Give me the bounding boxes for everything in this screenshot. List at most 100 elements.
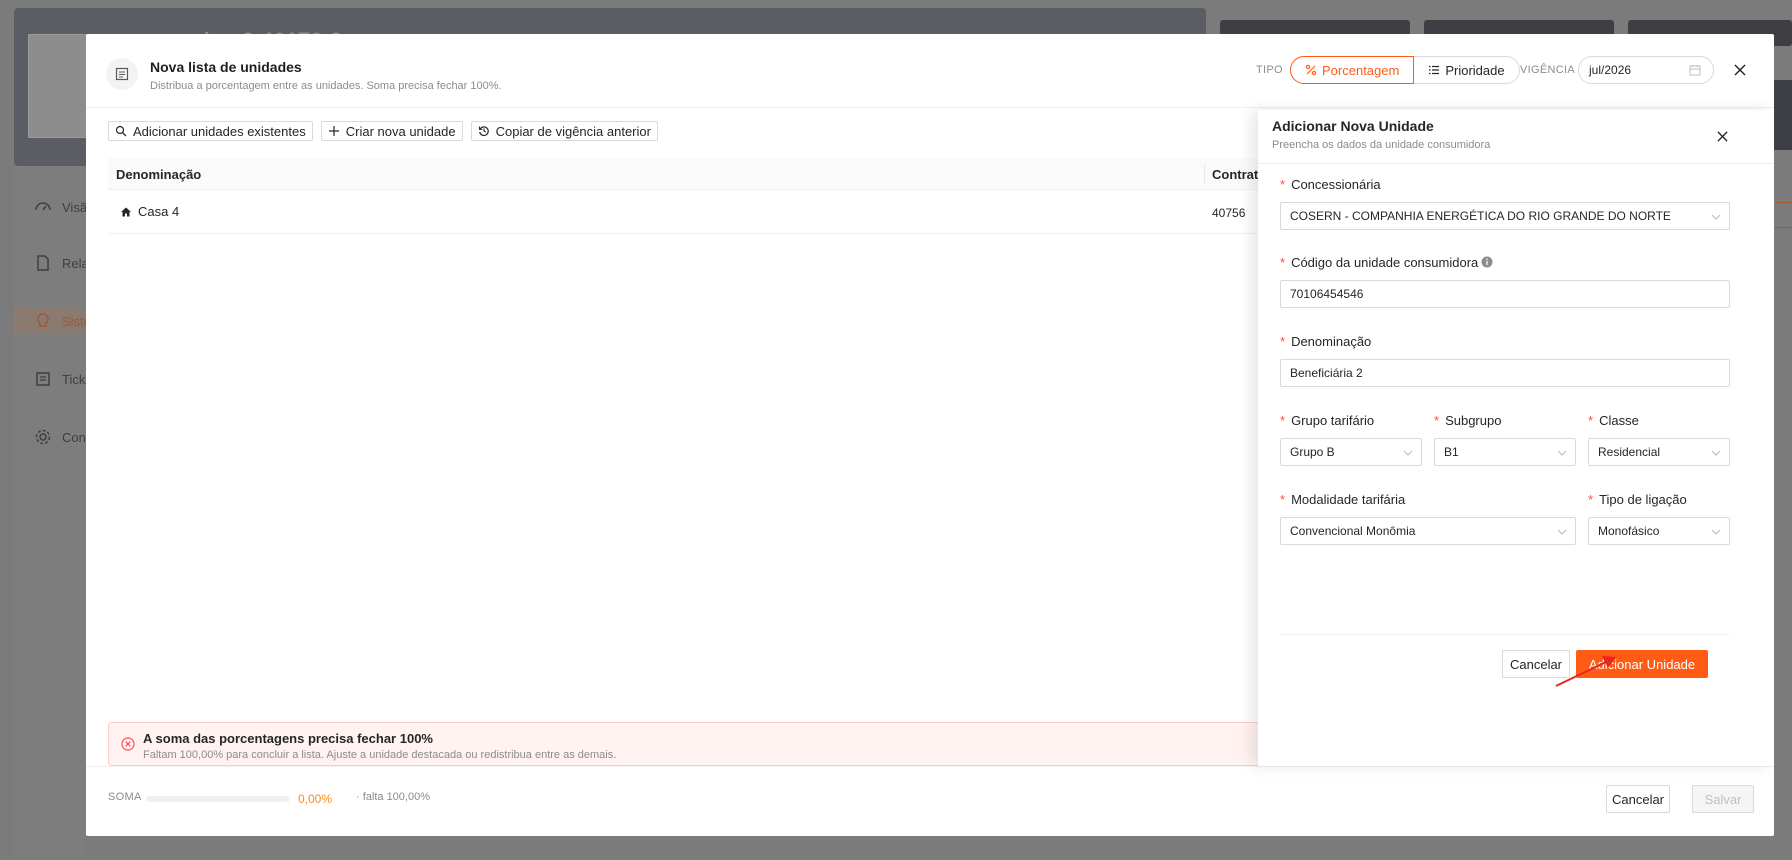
modalidade-value: Convencional Monômia [1290,524,1416,538]
cell-denominacao-text: Casa 4 [138,204,180,219]
classe-field: * Classe Residencial [1588,412,1730,466]
chevron-down-icon [1711,529,1721,535]
add-existing-units-button[interactable]: Adicionar unidades existentes [108,121,313,141]
subgrupo-field: * Subgrupo B1 [1434,412,1576,466]
modal-subtitle: Distribua a porcentagem entre as unidade… [150,80,502,92]
background-nav-item: Rela [34,250,94,276]
bulb-icon [37,313,49,327]
table-header: Denominação Contrato [108,158,1348,190]
tipo-porcentagem-label: Porcentagem [1322,62,1400,78]
background-nav-item: Tick [34,366,94,392]
list-icon [1429,65,1440,75]
column-header-denominacao: Denominação [116,167,202,182]
info-icon[interactable] [1481,256,1493,268]
grupo-select[interactable]: Grupo B [1280,438,1422,466]
list-toolbar: Adicionar unidades existentes Criar nova… [108,121,658,141]
modal-header: Nova lista de unidades Distribua a porce… [86,34,1774,108]
codigo-label: Código da unidade consumidora [1291,254,1479,270]
cancel-button[interactable]: Cancelar [1606,785,1670,813]
modal-footer: SOMA 0,00% · falta 100,00% Cancelar Salv… [86,766,1774,836]
codigo-field: * Código da unidade consumidora 701064545… [1280,254,1730,308]
grupo-label: Grupo tarifário [1291,412,1375,428]
chevron-down-icon [1711,214,1721,220]
calendar-icon [1689,65,1701,76]
panel-title: Adicionar Nova Unidade [1272,118,1434,134]
units-table: Denominação Contrato Casa 4 40756 [108,158,1348,234]
percent-icon [1305,64,1317,76]
soma-value: 0,00% [298,792,333,806]
plus-icon [328,126,339,136]
chevron-down-icon [1403,450,1413,456]
close-icon[interactable] [1714,128,1730,144]
tipo-prioridade-button[interactable]: Prioridade [1414,56,1520,84]
ligacao-select[interactable]: Monofásico [1588,517,1730,545]
add-existing-label: Adicionar unidades existentes [133,123,306,139]
background-side-block [1774,80,1792,150]
save-button[interactable]: Salvar [1692,785,1754,813]
grupo-field: * Grupo tarifário Grupo B [1280,412,1422,466]
chevron-down-icon [1711,450,1721,456]
chevron-down-icon [1557,450,1567,456]
classe-select[interactable]: Residencial [1588,438,1730,466]
background-badge [1772,202,1792,228]
subgrupo-select[interactable]: B1 [1434,438,1576,466]
concessionaria-value: COSERN - COMPANHIA ENERGÉTICA DO RIO GRA… [1290,209,1671,223]
column-separator [1204,164,1205,184]
tipo-prioridade-label: Prioridade [1445,62,1505,78]
tipo-label: TIPO [1256,64,1283,76]
cell-contrato: 40756 [1212,206,1246,220]
copy-previous-vigencia-button[interactable]: Copiar de vigência anterior [470,121,658,141]
new-unit-list-modal: Nova lista de unidades Distribua a porce… [86,34,1774,836]
table-row[interactable]: Casa 4 40756 [108,190,1348,234]
tipo-porcentagem-button[interactable]: Porcentagem [1290,56,1415,84]
dashboard-icon [35,202,51,211]
close-icon[interactable] [1730,60,1750,80]
falta-text: · falta 100,00% [356,791,430,803]
classe-label: Classe [1599,412,1639,428]
classe-value: Residencial [1598,445,1661,459]
annotation-arrow-icon [1555,656,1616,687]
concessionaria-field: * Concessionária COSERN - COMPANHIA ENERG… [1280,176,1730,230]
denominacao-label: Denominação [1291,333,1372,349]
alert-description: Faltam 100,00% para concluir a lista. Aj… [143,749,617,761]
vigencia-label: VIGÊNCIA [1520,64,1575,76]
cell-denominacao: Casa 4 [120,204,179,219]
grupo-value: Grupo B [1290,445,1335,459]
concessionaria-select[interactable]: COSERN - COMPANHIA ENERGÉTICA DO RIO GRA… [1280,202,1730,230]
panel-subtitle: Preencha os dados da unidade consumidora [1272,139,1491,151]
sum-error-alert: A soma das porcentagens precisa fechar 1… [108,722,1368,766]
panel-divider [1280,634,1730,635]
create-new-label: Criar nova unidade [345,123,456,139]
background-nav-item: Visã [34,194,94,220]
concessionaria-label: Concessionária [1291,176,1381,192]
create-new-unit-button[interactable]: Criar nova unidade [320,121,463,141]
soma-progress-bar [146,796,290,802]
modalidade-label: Modalidade tarifária [1291,491,1406,507]
gear-icon [35,429,51,445]
denominacao-value: Beneficiária 2 [1290,366,1363,380]
close-circle-icon [121,737,135,751]
background-nav-item: Con [34,424,94,450]
soma-label: SOMA [108,791,142,803]
add-unit-panel: Adicionar Nova Unidade Preencha os dados… [1258,110,1774,766]
ticket-icon [36,372,50,386]
vigencia-date-picker[interactable]: jul/2026 [1578,56,1714,84]
ligacao-label: Tipo de ligação [1599,491,1687,507]
denominacao-input[interactable]: Beneficiária 2 [1280,359,1730,387]
search-icon [115,125,127,137]
modalidade-select[interactable]: Convencional Monômia [1280,517,1576,545]
subgrupo-value: B1 [1444,445,1459,459]
ligacao-field: * Tipo de ligação Monofásico [1588,491,1730,545]
codigo-input[interactable]: 70106454546 [1280,280,1730,308]
history-icon [478,126,489,136]
codigo-value: 70106454546 [1290,287,1364,301]
alert-title: A soma das porcentagens precisa fechar 1… [143,731,433,746]
file-icon [37,255,49,271]
tipo-segmented-control: Porcentagem Prioridade [1290,56,1520,84]
vigencia-value: jul/2026 [1589,63,1632,77]
denominacao-field: * Denominação Beneficiária 2 [1280,333,1730,387]
subgrupo-label: Subgrupo [1445,412,1502,428]
chevron-down-icon [1557,529,1567,535]
modal-title: Nova lista de unidades [150,59,302,75]
home-icon [121,207,131,216]
